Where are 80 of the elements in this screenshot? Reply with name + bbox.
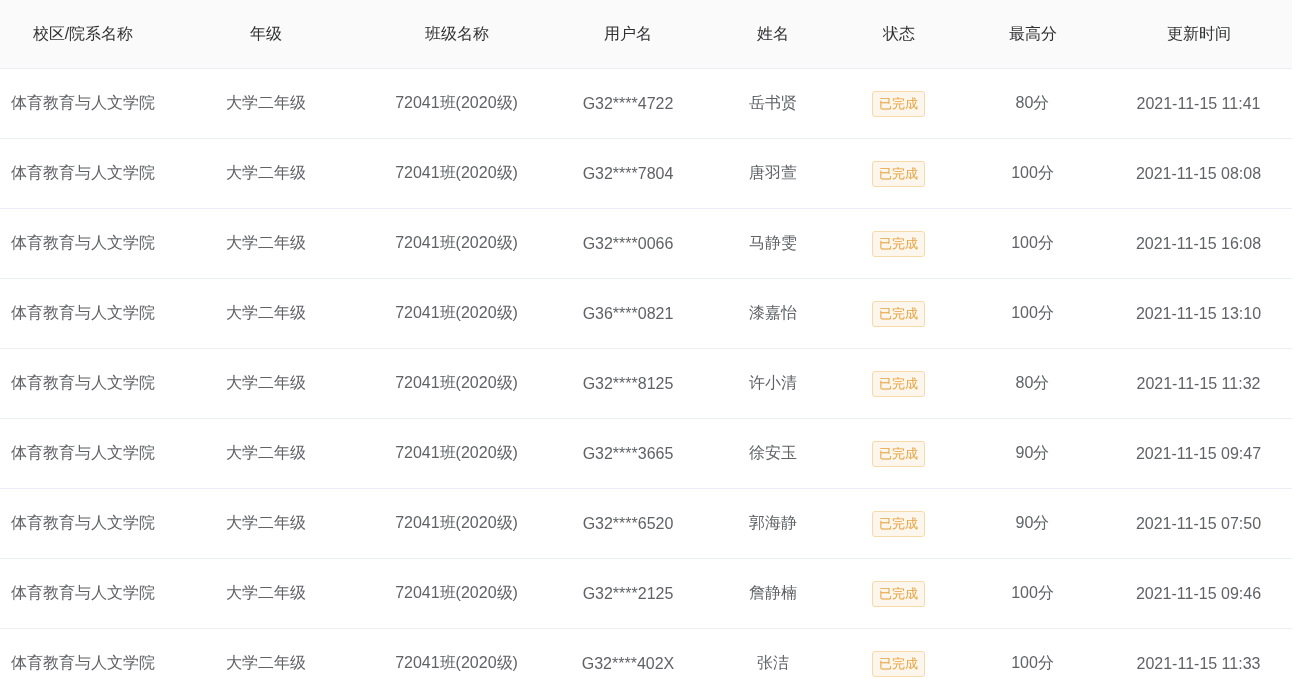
update-time-cell: 2021-11-15 09:46	[1135, 584, 1262, 603]
column-header: 更新时间	[1166, 23, 1231, 44]
score-cell-text: 90分	[1015, 443, 1050, 463]
name-cell-text: 郭海静	[749, 513, 797, 533]
status-tag: 已完成	[872, 650, 925, 677]
campus-cell-text: 体育教育与人文学院	[11, 233, 155, 253]
grade-cell-text: 大学二年级	[226, 653, 306, 673]
status-tag: 已完成	[872, 510, 925, 537]
name-cell-text: 唐羽萱	[749, 163, 797, 183]
grade-cell-text: 大学二年级	[226, 233, 306, 253]
name-cell-text: 岳书贤	[749, 93, 797, 113]
username-cell: G32****0066	[582, 234, 674, 253]
username-cell: G32****7804	[582, 164, 674, 183]
class-cell-text: 72041班(2020级)	[395, 583, 518, 603]
grade-cell-text: 大学二年级	[226, 303, 306, 323]
score-cell-text: 100分	[1011, 233, 1054, 253]
update-time-cell: 2021-11-15 16:08	[1135, 234, 1262, 253]
name-cell-text: 漆嘉怡	[749, 303, 797, 323]
username-cell: G32****4722	[582, 94, 674, 113]
grade-cell-text: 大学二年级	[226, 513, 306, 533]
campus-cell-text: 体育教育与人文学院	[11, 583, 155, 603]
class-cell-text: 72041班(2020级)	[395, 653, 518, 673]
campus-cell-text: 体育教育与人文学院	[11, 163, 155, 183]
class-cell-text: 72041班(2020级)	[395, 233, 518, 253]
column-header: 用户名	[604, 23, 652, 44]
username-cell: G32****2125	[582, 584, 674, 603]
grade-cell-text: 大学二年级	[226, 93, 306, 113]
update-time-cell: 2021-11-15 11:32	[1136, 374, 1261, 393]
column-header: 状态	[882, 23, 915, 44]
column-header: 班级名称	[424, 23, 489, 44]
campus-cell-text: 体育教育与人文学院	[11, 303, 155, 323]
status-tag: 已完成	[872, 440, 925, 467]
grade-cell-text: 大学二年级	[226, 583, 306, 603]
grade-cell-text: 大学二年级	[226, 373, 306, 393]
username-cell: G32****3665	[582, 444, 674, 463]
grade-cell-text: 大学二年级	[226, 443, 306, 463]
username-cell: G32****6520	[582, 514, 674, 533]
campus-cell-text: 体育教育与人文学院	[11, 373, 155, 393]
score-cell-text: 80分	[1015, 373, 1050, 393]
column-header: 最高分	[1008, 23, 1057, 44]
class-cell-text: 72041班(2020级)	[395, 303, 518, 323]
score-cell-text: 100分	[1011, 163, 1054, 183]
status-tag: 已完成	[872, 90, 925, 117]
name-cell-text: 马静雯	[749, 233, 797, 253]
update-time-cell: 2021-11-15 07:50	[1135, 514, 1262, 533]
class-cell-text: 72041班(2020级)	[395, 93, 518, 113]
name-cell-text: 徐安玉	[749, 443, 797, 463]
update-time-cell: 2021-11-15 11:41	[1136, 94, 1261, 113]
name-cell-text: 许小清	[749, 373, 797, 393]
status-tag: 已完成	[872, 580, 925, 607]
score-cell-text: 90分	[1015, 513, 1050, 533]
class-cell-text: 72041班(2020级)	[395, 443, 518, 463]
update-time-cell: 2021-11-15 13:10	[1135, 304, 1262, 323]
score-cell-text: 100分	[1011, 653, 1054, 673]
campus-cell-text: 体育教育与人文学院	[11, 443, 155, 463]
column-header: 年级	[250, 23, 282, 44]
grade-cell-text: 大学二年级	[226, 163, 306, 183]
update-time-cell: 2021-11-15 09:47	[1135, 444, 1262, 463]
username-cell: G32****8125	[582, 374, 674, 393]
status-tag: 已完成	[872, 370, 925, 397]
username-cell: G36****0821	[582, 304, 674, 323]
campus-cell-text: 体育教育与人文学院	[11, 93, 155, 113]
class-cell-text: 72041班(2020级)	[395, 163, 518, 183]
status-tag: 已完成	[872, 160, 925, 187]
update-time-cell: 2021-11-15 11:33	[1136, 654, 1261, 673]
update-time-cell: 2021-11-15 08:08	[1135, 164, 1262, 183]
class-cell-text: 72041班(2020级)	[395, 373, 518, 393]
column-header: 校区/院系名称	[32, 23, 134, 44]
campus-cell-text: 体育教育与人文学院	[11, 513, 155, 533]
status-tag: 已完成	[872, 230, 925, 257]
class-cell-text: 72041班(2020级)	[395, 513, 518, 533]
score-cell-text: 100分	[1011, 303, 1054, 323]
name-cell-text: 詹静楠	[749, 583, 797, 603]
score-cell-text: 100分	[1011, 583, 1054, 603]
score-cell-text: 80分	[1015, 93, 1050, 113]
status-tag: 已完成	[872, 300, 925, 327]
column-header: 姓名	[757, 23, 789, 44]
name-cell-text: 张洁	[757, 653, 789, 673]
username-cell: G32****402X	[581, 654, 675, 673]
campus-cell-text: 体育教育与人文学院	[11, 653, 155, 673]
